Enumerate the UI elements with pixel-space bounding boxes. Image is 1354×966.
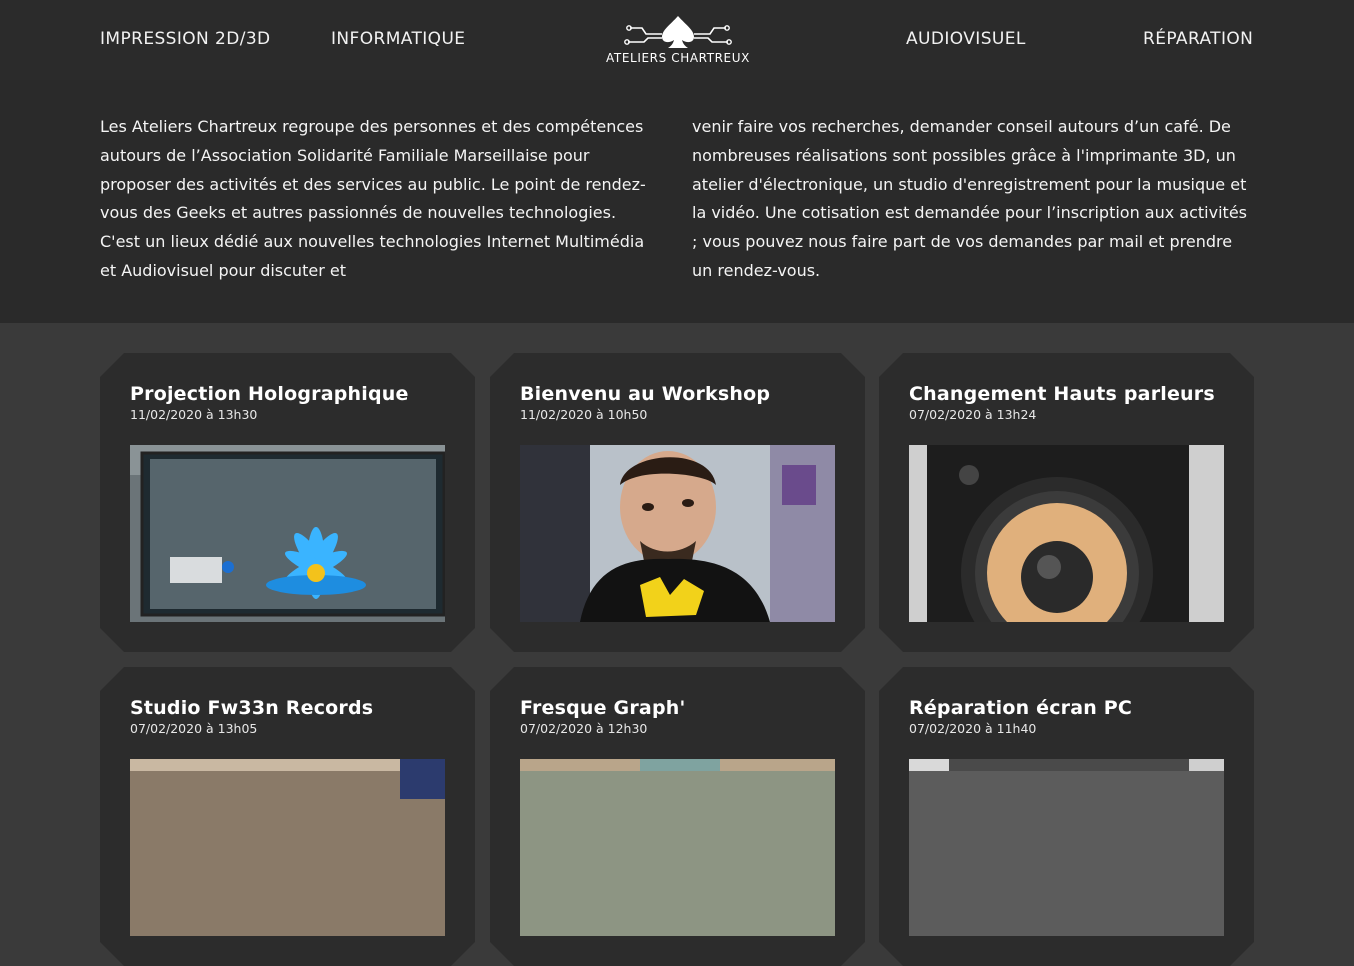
post-title[interactable]: Studio Fw33n Records — [130, 697, 373, 719]
post-image-selfie[interactable] — [520, 445, 835, 622]
post-image-speaker[interactable] — [909, 445, 1224, 622]
spade-circuit-icon — [624, 16, 732, 48]
post-date: 07/02/2020 à 13h05 — [130, 721, 258, 736]
post-title[interactable]: Changement Hauts parleurs — [909, 383, 1215, 405]
post-image-graffiti[interactable] — [520, 759, 835, 936]
post-title[interactable]: Fresque Graph' — [520, 697, 686, 719]
post-date: 07/02/2020 à 11h40 — [909, 721, 1037, 736]
logo-text: ATELIERS CHARTREUX — [606, 51, 750, 65]
post-card[interactable]: Fresque Graph' 07/02/2020 à 12h30 — [490, 667, 865, 966]
intro-text-left: Les Ateliers Chartreux regroupe des pers… — [100, 117, 646, 280]
post-card[interactable]: Bienvenu au Workshop 11/02/2020 à 10h50 — [490, 353, 865, 652]
post-card[interactable]: Projection Holographique 11/02/2020 à 13… — [100, 353, 475, 652]
post-card[interactable]: Changement Hauts parleurs 07/02/2020 à 1… — [879, 353, 1254, 652]
post-image-studio[interactable] — [130, 759, 445, 936]
post-title[interactable]: Projection Holographique — [130, 383, 409, 405]
nav-link-informatique[interactable]: INFORMATIQUE — [331, 29, 465, 49]
post-image-hologram[interactable] — [130, 445, 445, 622]
post-title[interactable]: Réparation écran PC — [909, 697, 1132, 719]
intro-section: Les Ateliers Chartreux regroupe des pers… — [0, 80, 1354, 323]
top-navigation: IMPRESSION 2D/3D INFORMATIQUE ATELIERS C… — [0, 0, 1354, 80]
intro-text-right: venir faire vos recherches, demander con… — [692, 117, 1247, 280]
post-date: 07/02/2020 à 12h30 — [520, 721, 648, 736]
post-title[interactable]: Bienvenu au Workshop — [520, 383, 770, 405]
post-date: 11/02/2020 à 13h30 — [130, 407, 258, 422]
post-date: 11/02/2020 à 10h50 — [520, 407, 648, 422]
post-date: 07/02/2020 à 13h24 — [909, 407, 1037, 422]
post-card[interactable]: Studio Fw33n Records 07/02/2020 à 13h05 — [100, 667, 475, 966]
site-logo[interactable]: ATELIERS CHARTREUX — [602, 14, 754, 68]
post-card[interactable]: Réparation écran PC 07/02/2020 à 11h40 — [879, 667, 1254, 966]
post-image-screen-repair[interactable] — [909, 759, 1224, 936]
nav-link-audiovisuel[interactable]: AUDIOVISUEL — [906, 29, 1026, 49]
nav-link-reparation[interactable]: RÉPARATION — [1143, 29, 1253, 49]
nav-link-impression[interactable]: IMPRESSION 2D/3D — [100, 29, 271, 49]
